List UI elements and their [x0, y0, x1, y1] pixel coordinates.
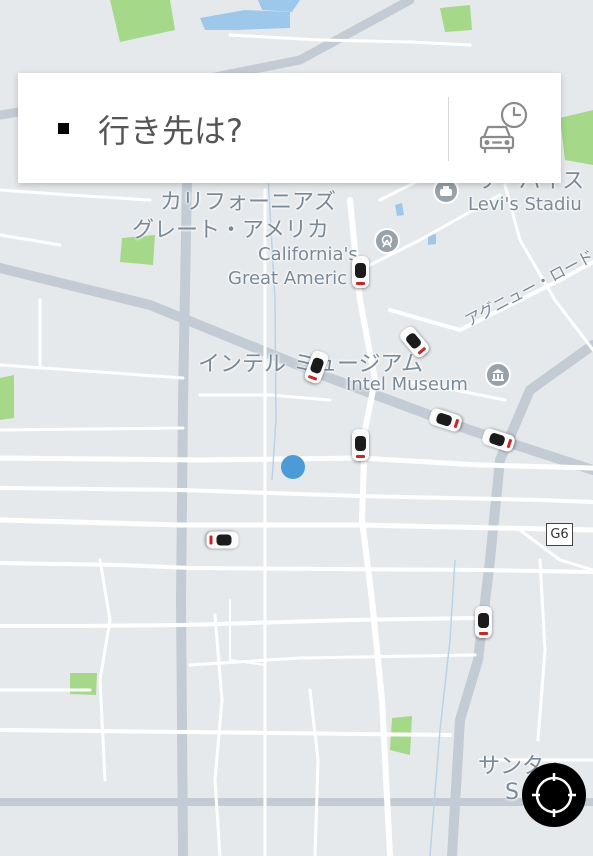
car-clock-icon	[479, 101, 528, 154]
park-area	[0, 375, 14, 420]
destination-search-bar[interactable]: 行き先は?	[18, 73, 561, 183]
street-segment	[0, 426, 185, 432]
museum-poi-icon[interactable]	[485, 362, 511, 388]
destination-input[interactable]: 行き先は?	[98, 106, 243, 152]
amusement-park-poi-icon[interactable]	[374, 228, 400, 254]
car-icon	[352, 429, 369, 461]
crosshair-icon	[532, 773, 576, 817]
map-label-great-america-en: Great Americ	[228, 268, 348, 289]
park-area	[560, 110, 593, 165]
route-shield: G6	[546, 523, 573, 546]
map-label-levis-en: Levi's Stadiu	[468, 194, 582, 215]
divider	[448, 97, 449, 161]
schedule-ride-button[interactable]	[476, 99, 536, 157]
car-icon	[475, 606, 492, 638]
destination-square-icon	[58, 123, 69, 134]
map-label-santa-en: S	[505, 780, 519, 805]
highway-segment	[175, 175, 192, 856]
user-location-marker	[281, 455, 305, 479]
map-label-great-america-en: California's	[258, 244, 358, 265]
park-area	[70, 673, 97, 695]
car-icon	[206, 531, 239, 549]
map-label-intel-en: Intel Museum	[346, 374, 468, 395]
car-icon	[352, 256, 369, 288]
park-area	[440, 5, 472, 32]
map-label-great-america-ja: グレート・アメリカ	[132, 218, 329, 243]
recenter-location-button[interactable]	[522, 763, 586, 827]
